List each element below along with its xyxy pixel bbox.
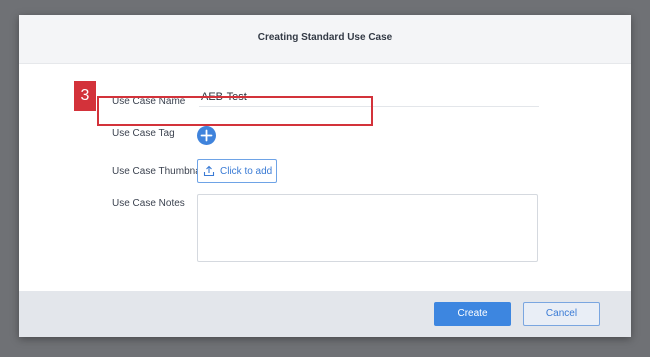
step-badge: 3 <box>74 81 96 111</box>
use-case-name-label: Use Case Name <box>112 96 186 107</box>
add-thumbnail-label: Click to add <box>220 166 273 177</box>
create-use-case-dialog: Creating Standard Use Case 3 Use Case Na… <box>19 15 631 337</box>
dialog-header: Creating Standard Use Case <box>19 15 631 64</box>
use-case-name-input[interactable]: AEB-Test <box>199 88 539 107</box>
dialog-title: Creating Standard Use Case <box>257 32 393 43</box>
create-button[interactable]: Create <box>434 302 511 326</box>
use-case-notes-label: Use Case Notes <box>112 198 185 209</box>
use-case-thumbnail-label: Use Case Thumbnail <box>112 166 206 177</box>
use-case-notes-textarea[interactable] <box>197 194 538 262</box>
add-tag-button[interactable] <box>197 126 216 145</box>
use-case-tag-label: Use Case Tag <box>112 128 175 139</box>
plus-icon <box>200 129 213 142</box>
add-thumbnail-button[interactable]: Click to add <box>197 159 277 183</box>
dialog-footer: Create Cancel <box>19 291 631 337</box>
upload-icon <box>203 165 215 177</box>
cancel-button[interactable]: Cancel <box>523 302 600 326</box>
use-case-name-value: AEB-Test <box>201 91 247 103</box>
